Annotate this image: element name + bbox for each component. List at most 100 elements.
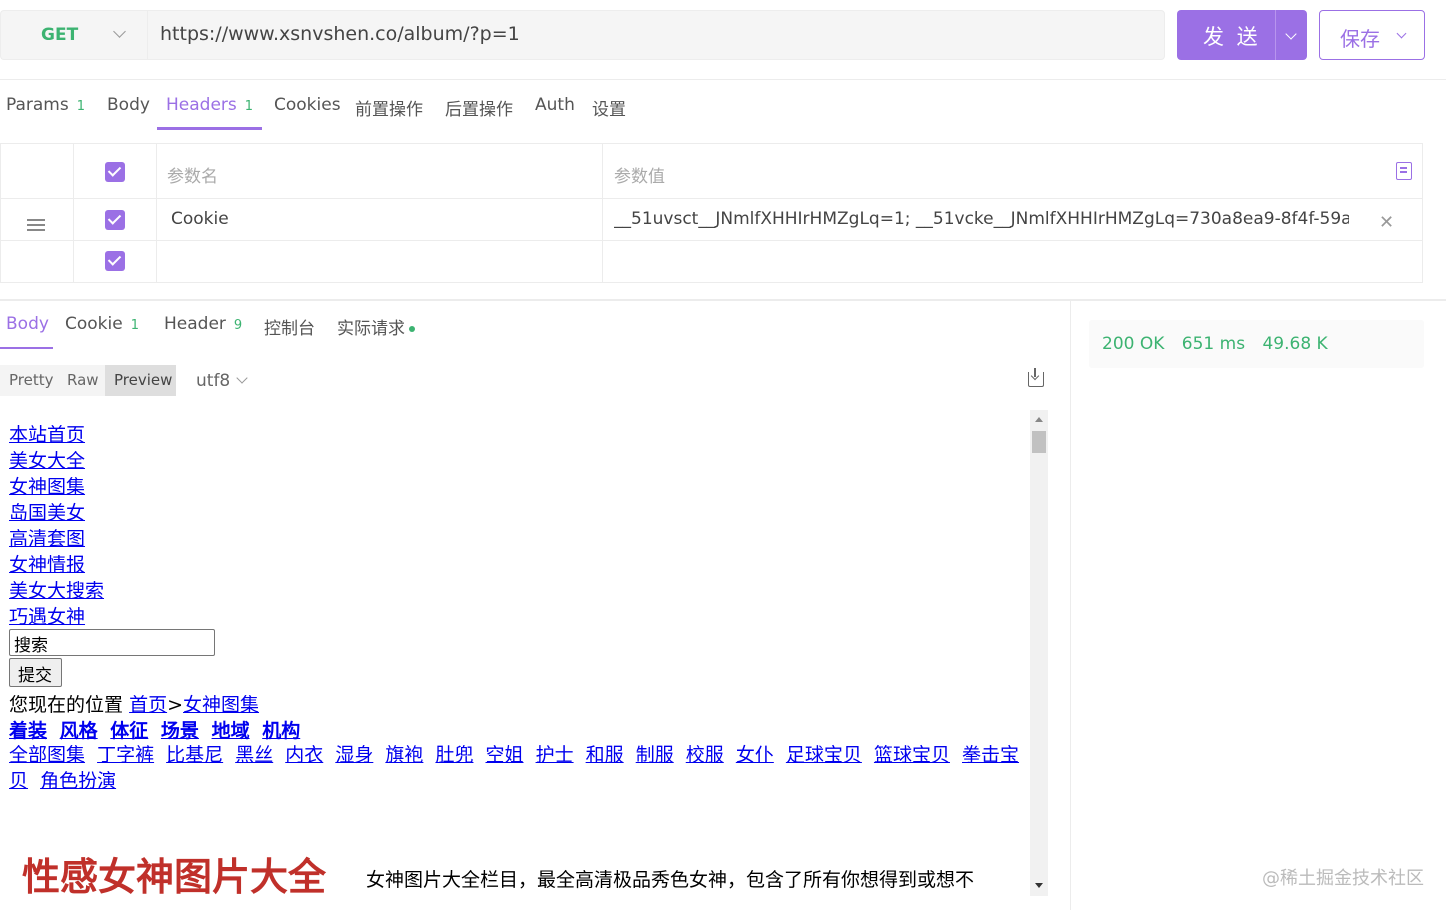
send-divider: [1275, 10, 1276, 60]
download-icon[interactable]: [1028, 368, 1044, 387]
save-button[interactable]: 保存: [1319, 10, 1425, 60]
tag-link[interactable]: 黑丝: [235, 744, 273, 766]
breadcrumb-link[interactable]: 女神图集: [183, 694, 259, 716]
row-checkbox[interactable]: [105, 210, 125, 230]
tag-link[interactable]: 丁字裤: [97, 744, 154, 766]
tab-headers[interactable]: Headers 1: [166, 95, 253, 115]
breadcrumb-link[interactable]: 首页: [129, 694, 167, 716]
request-bar: GET https://www.xsnvshen.co/album/?p=1 发…: [0, 0, 1446, 80]
tag-link[interactable]: 和服: [586, 744, 624, 766]
tag-link[interactable]: 制服: [636, 744, 674, 766]
scroll-down-icon[interactable]: [1035, 883, 1043, 888]
tab-post-request[interactable]: 后置操作: [445, 95, 513, 120]
preview-tag-links: 全部图集 丁字裤 比基尼 黑丝 内衣 湿身 旗袍 肚兜 空姐 护士 和服 制服 …: [9, 742, 1019, 794]
category-link[interactable]: 着装: [9, 720, 47, 742]
nav-link[interactable]: 巧遇女神: [9, 602, 85, 629]
select-all-checkbox[interactable]: [105, 162, 125, 182]
active-tab-indicator: [157, 127, 262, 130]
view-pretty-button[interactable]: Pretty: [0, 365, 63, 396]
category-link[interactable]: 地域: [212, 720, 250, 742]
tab-auth[interactable]: Auth: [535, 95, 575, 115]
category-link[interactable]: 风格: [60, 720, 98, 742]
chevron-down-icon: [113, 25, 126, 38]
table-row-empty: [1, 241, 1422, 282]
nav-link[interactable]: 本站首页: [9, 420, 85, 447]
tag-link[interactable]: 篮球宝贝: [874, 744, 950, 766]
encoding-select[interactable]: utf8: [196, 371, 248, 391]
category-link[interactable]: 场景: [161, 720, 199, 742]
tag-link[interactable]: 空姐: [486, 744, 524, 766]
send-options-chevron-icon[interactable]: [1285, 28, 1297, 40]
row-checkbox[interactable]: [105, 251, 125, 271]
param-name-input[interactable]: Cookie: [171, 209, 229, 229]
tab-response-header[interactable]: Header 9: [164, 314, 242, 334]
tab-label: 设置: [592, 100, 626, 120]
tab-params[interactable]: Params 1: [6, 95, 85, 115]
method-select[interactable]: GET: [0, 10, 147, 60]
tag-link[interactable]: 湿身: [335, 744, 373, 766]
preview-category-links: 着装 风格 体征 场景 地域 机构: [9, 716, 306, 743]
tab-console[interactable]: 控制台: [264, 314, 315, 339]
preview-page-description: 女神图片大全栏目，最全高清极品秀色女神，包含了所有你想得到或想不: [366, 869, 975, 891]
chevron-down-icon: [1396, 28, 1407, 39]
scroll-up-icon[interactable]: [1035, 417, 1043, 422]
category-link[interactable]: 机构: [262, 720, 300, 742]
chevron-down-icon: [236, 372, 248, 384]
tab-label: 控制台: [264, 319, 315, 339]
view-preview-button[interactable]: Preview: [105, 365, 176, 396]
preview-scrollbar[interactable]: [1030, 410, 1048, 896]
tab-label: Headers: [166, 95, 237, 115]
tag-link[interactable]: 肚兜: [435, 744, 473, 766]
active-response-tab-indicator: [0, 347, 53, 349]
send-button[interactable]: 发 送: [1177, 10, 1307, 60]
tag-link[interactable]: 女仆: [736, 744, 774, 766]
side-divider[interactable]: [1070, 301, 1071, 910]
nav-link[interactable]: 岛国美女: [9, 498, 85, 525]
tab-label: Cookie: [65, 314, 123, 334]
tag-link[interactable]: 内衣: [285, 744, 323, 766]
status-code: 200 OK: [1102, 334, 1165, 354]
tag-link[interactable]: 比基尼: [166, 744, 223, 766]
tag-link[interactable]: 角色扮演: [40, 770, 116, 792]
tag-link[interactable]: 校服: [686, 744, 724, 766]
preview-breadcrumb: 您现在的位置 首页>女神图集: [9, 690, 259, 717]
delete-row-icon[interactable]: ✕: [1379, 212, 1394, 233]
preview-submit-button[interactable]: 提交: [9, 658, 62, 687]
tab-cookies[interactable]: Cookies: [274, 95, 341, 115]
category-link[interactable]: 体征: [110, 720, 148, 742]
tab-settings[interactable]: 设置: [592, 95, 626, 120]
request-tabs: Params 1 Body Headers 1 Cookies 前置操作 后置操作 …: [0, 82, 1446, 132]
tab-actual-request[interactable]: 实际请求: [337, 314, 415, 339]
nav-link[interactable]: 女神情报: [9, 550, 85, 577]
tab-body[interactable]: Body: [107, 95, 150, 115]
view-raw-button[interactable]: Raw: [58, 365, 108, 396]
tab-count: 1: [130, 318, 139, 333]
tab-response-body[interactable]: Body: [6, 314, 49, 334]
tab-label: Header: [164, 314, 226, 334]
nav-link[interactable]: 美女大全: [9, 446, 85, 473]
tab-pre-request[interactable]: 前置操作: [355, 95, 423, 120]
status-dot-icon: [409, 326, 415, 332]
tag-link[interactable]: 护士: [536, 744, 574, 766]
nav-link[interactable]: 美女大搜索: [9, 576, 104, 603]
tab-label: 后置操作: [445, 100, 513, 120]
param-value-input[interactable]: [614, 251, 1374, 273]
response-status: 200 OK 651 ms 49.68 K: [1089, 320, 1424, 368]
url-input[interactable]: https://www.xsnvshen.co/album/?p=1: [147, 10, 1165, 60]
nav-link[interactable]: 高清套图: [9, 524, 85, 551]
method-label: GET: [41, 25, 79, 45]
tab-label: Auth: [535, 95, 575, 115]
bulk-edit-icon[interactable]: [1396, 162, 1412, 180]
drag-handle-icon[interactable]: [27, 219, 45, 234]
param-name-input[interactable]: [171, 251, 591, 273]
tab-label: 前置操作: [355, 100, 423, 120]
tag-link[interactable]: 旗袍: [385, 744, 423, 766]
param-value-input[interactable]: __51uvsct__JNmlfXHHIrHMZgLq=1; __51vcke_…: [614, 209, 1349, 229]
tag-link[interactable]: 足球宝贝: [786, 744, 862, 766]
nav-link[interactable]: 女神图集: [9, 472, 85, 499]
preview-search-input[interactable]: 搜索: [9, 629, 215, 656]
tag-link[interactable]: 全部图集: [9, 744, 85, 766]
tab-response-cookie[interactable]: Cookie 1: [65, 314, 139, 334]
panel-divider: [0, 299, 1446, 301]
scroll-thumb[interactable]: [1032, 431, 1046, 453]
